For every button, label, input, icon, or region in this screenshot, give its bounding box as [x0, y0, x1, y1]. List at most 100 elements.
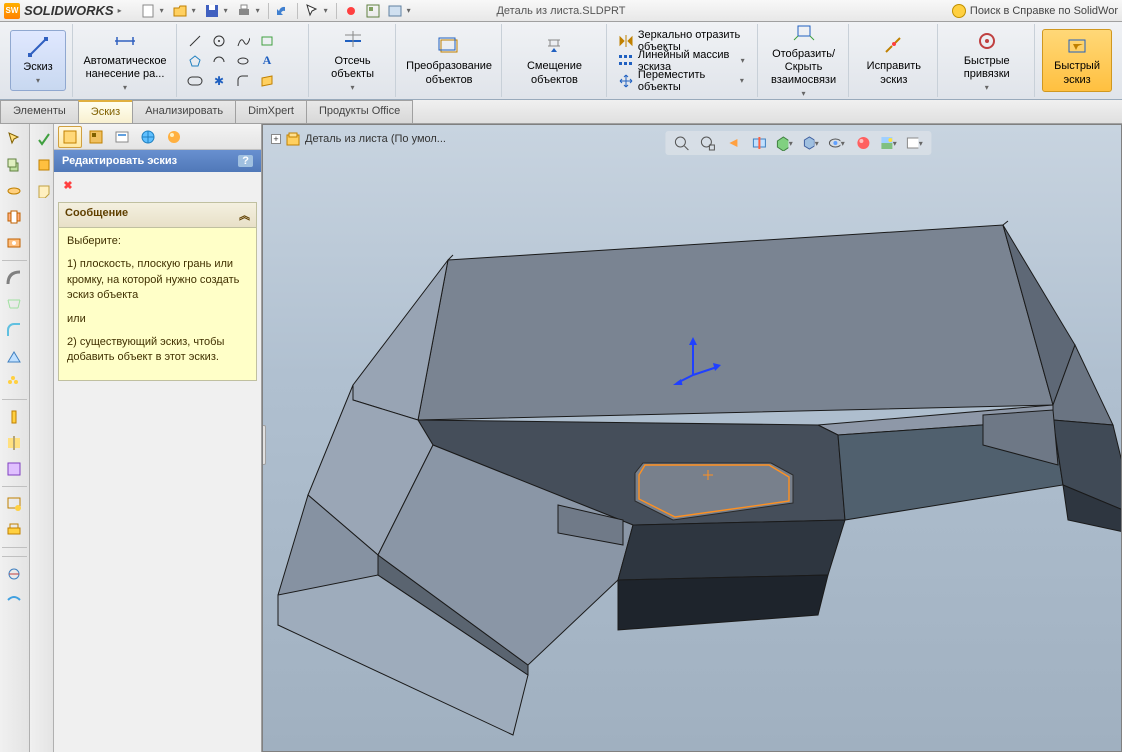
text-tool[interactable]: A	[256, 52, 278, 70]
drop-icon[interactable]: ▾	[324, 6, 332, 15]
ft-fillet[interactable]	[2, 319, 26, 341]
view-settings[interactable]: ▾	[905, 133, 925, 153]
ft-hole[interactable]	[2, 232, 26, 254]
sketch-label: Эскиз	[23, 61, 52, 74]
it-ok[interactable]	[32, 128, 56, 150]
slot-tool[interactable]	[184, 72, 206, 90]
prop-help[interactable]: ?	[238, 155, 253, 167]
collapse-icon[interactable]: ︽	[239, 207, 250, 223]
tab-office[interactable]: Продукты Office	[306, 100, 413, 123]
edit-appearance[interactable]	[853, 133, 873, 153]
ft-pattern[interactable]	[2, 406, 26, 428]
new-button[interactable]	[138, 2, 158, 20]
point-tool[interactable]: ✱	[208, 72, 230, 90]
prop-tab-appear[interactable]	[162, 126, 186, 148]
repair-sketch-button[interactable]: Исправить эскиз	[856, 30, 931, 90]
open-button[interactable]	[170, 2, 190, 20]
ribbon-group-convert: Преобразование объектов	[397, 24, 502, 97]
ellipse-tool[interactable]	[232, 52, 254, 70]
offset-button[interactable]: Смещение объектов	[509, 30, 600, 90]
ft-select[interactable]	[2, 128, 26, 150]
prop-tab-feature[interactable]	[58, 126, 82, 148]
rapid-sketch-button[interactable]: Быстрый эскиз	[1042, 29, 1112, 91]
tab-dimxpert[interactable]: DimXpert	[235, 100, 307, 123]
drop-icon[interactable]: ▾	[256, 6, 264, 15]
hide-show[interactable]: ▾	[827, 133, 847, 153]
ribbon-group-sketch: Эскиз ▾	[4, 24, 73, 97]
ft-cut[interactable]	[2, 206, 26, 228]
ft-wrap[interactable]	[2, 563, 26, 585]
message-header[interactable]: Сообщение ︽	[59, 203, 256, 228]
polygon-tool[interactable]	[184, 52, 206, 70]
move-button[interactable]: Переместить объекты▾	[614, 71, 751, 91]
circle-tool[interactable]	[208, 52, 230, 70]
tab-analyze[interactable]: Анализировать	[132, 100, 236, 123]
zoom-area[interactable]	[697, 133, 717, 153]
rect-tool[interactable]	[256, 32, 278, 50]
view-orient[interactable]: ▾	[775, 133, 795, 153]
ft-shell[interactable]	[2, 371, 26, 393]
linear-pattern-button[interactable]: Линейный массив эскиза▾	[614, 51, 751, 71]
settings-button[interactable]	[385, 2, 405, 20]
display-style[interactable]: ▾	[801, 133, 821, 153]
select-button[interactable]	[302, 2, 322, 20]
convert-button[interactable]: Преобразование объектов	[403, 30, 495, 90]
plane-tool[interactable]	[256, 72, 278, 90]
ft-extrude[interactable]	[2, 154, 26, 176]
snaps-icon	[975, 29, 999, 53]
prop-cancel[interactable]: ✖	[58, 176, 78, 194]
show-hide-label: Отобразить/Скрыть взаимосвязи	[771, 48, 837, 88]
ft-sheet1[interactable]	[2, 493, 26, 515]
entities-more[interactable]	[280, 32, 302, 50]
drop-icon[interactable]: ▾	[192, 6, 200, 15]
splitter-handle[interactable]	[262, 425, 266, 465]
prop-tab-display[interactable]	[110, 126, 134, 148]
line-tool[interactable]	[184, 32, 206, 50]
quick-snaps-button[interactable]: Быстрые привязки ▾	[945, 25, 1028, 97]
prev-view[interactable]	[723, 133, 743, 153]
model-3d[interactable]	[263, 125, 1122, 752]
drop-icon[interactable]: ▾	[224, 6, 232, 15]
ft-curve[interactable]	[2, 589, 26, 611]
expand-icon[interactable]: +	[271, 134, 281, 144]
rebuild-button[interactable]	[341, 2, 361, 20]
viewport[interactable]: + Деталь из листа (По умол... ▾ ▾ ▾ ▾ ▾	[262, 124, 1122, 752]
mirror-button[interactable]: Зеркально отразить объекты	[614, 31, 751, 51]
it-note[interactable]	[32, 180, 56, 202]
drop-icon[interactable]: ▾	[407, 6, 415, 15]
options-button[interactable]	[363, 2, 383, 20]
arc-tool[interactable]	[208, 32, 230, 50]
sketch-button[interactable]: Эскиз ▾	[10, 30, 66, 91]
drop-icon[interactable]: ▾	[160, 6, 168, 15]
breadcrumb[interactable]: + Деталь из листа (По умол...	[271, 131, 446, 147]
tab-sketch[interactable]: Эскиз	[78, 100, 133, 123]
ft-sheet2[interactable]	[2, 519, 26, 541]
view-triad[interactable]	[673, 335, 723, 385]
undo-button[interactable]	[273, 2, 293, 20]
tab-elements[interactable]: Элементы	[0, 100, 79, 123]
app-menu-drop[interactable]: ▸	[118, 6, 126, 15]
prop-header: Редактировать эскиз ?	[54, 150, 261, 172]
prop-tab-config[interactable]	[84, 126, 108, 148]
ft-sweep[interactable]	[2, 267, 26, 289]
zoom-fit[interactable]	[671, 133, 691, 153]
prop-tab-filter[interactable]	[136, 126, 160, 148]
ft-mirror[interactable]	[2, 432, 26, 454]
apply-scene[interactable]: ▾	[879, 133, 899, 153]
print-button[interactable]	[234, 2, 254, 20]
it-dim[interactable]	[32, 154, 56, 176]
save-button[interactable]	[202, 2, 222, 20]
ft-loft[interactable]	[2, 293, 26, 315]
section-view[interactable]	[749, 133, 769, 153]
fillet-tool[interactable]	[232, 72, 254, 90]
ft-revolve[interactable]	[2, 180, 26, 202]
help-search[interactable]: Поиск в Справке по SolidWor	[952, 4, 1118, 18]
show-hide-relations-button[interactable]: Отобразить/Скрыть взаимосвязи ▾	[765, 18, 843, 103]
ft-rib[interactable]	[2, 345, 26, 367]
auto-dimension-button[interactable]: Автоматическое нанесение ра... ▾	[80, 25, 170, 97]
drop-icon: ▾	[34, 76, 42, 86]
offset-label: Смещение объектов	[515, 60, 594, 86]
ft-draft[interactable]	[2, 458, 26, 480]
trim-button[interactable]: Отсечь объекты ▾	[316, 25, 389, 97]
spline-tool[interactable]	[232, 32, 254, 50]
